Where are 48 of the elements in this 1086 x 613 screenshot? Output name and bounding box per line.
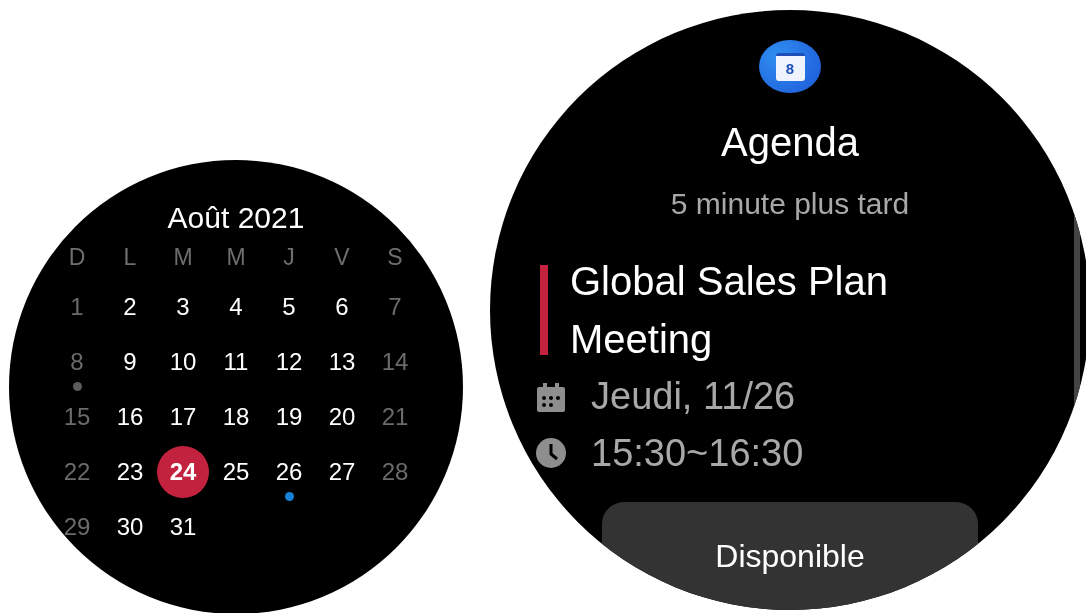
calendar-day[interactable]: 16 bbox=[104, 391, 156, 443]
event-detail: Jeudi, 11/26 bbox=[591, 375, 796, 419]
calendar-day[interactable]: 25 bbox=[210, 446, 262, 498]
weekday-label: S bbox=[386, 243, 404, 272]
calendar-day[interactable]: 23 bbox=[104, 446, 156, 498]
app-title: Agenda bbox=[721, 119, 859, 167]
time-until-event: 5 minute plus tard bbox=[670, 186, 910, 223]
calendar-day[interactable]: 4 bbox=[210, 281, 262, 333]
calendar-day[interactable]: 8 bbox=[51, 336, 103, 388]
calendar-day[interactable]: 13 bbox=[316, 336, 368, 388]
availability-button[interactable]: Disponible bbox=[602, 501, 978, 610]
calendar-day[interactable]: 26 bbox=[263, 446, 315, 498]
calendar-day[interactable]: 18 bbox=[210, 391, 262, 443]
calendar-day[interactable]: 1 bbox=[51, 281, 103, 333]
calendar-day[interactable]: 2 bbox=[104, 281, 156, 333]
calendar-day[interactable]: 5 bbox=[263, 281, 315, 333]
event-detail: 15:30~16:30 bbox=[591, 431, 804, 475]
calendar-day[interactable]: 12 bbox=[263, 336, 315, 388]
clock-icon bbox=[535, 437, 567, 470]
calendar-day[interactable]: 22 bbox=[51, 446, 103, 498]
event-title: Global Sales Plan Meeting bbox=[570, 258, 889, 364]
weekday-label: J bbox=[282, 243, 296, 272]
weekday-label: M bbox=[225, 243, 247, 272]
calendar-page-icon: 8 bbox=[775, 52, 805, 81]
calendar-day[interactable]: 3 bbox=[157, 281, 209, 333]
calendar-day[interactable]: 17 bbox=[157, 391, 209, 443]
calendar-day[interactable]: 14 bbox=[369, 336, 421, 388]
calendar-day[interactable]: 19 bbox=[263, 391, 315, 443]
calendar-day[interactable]: 10 bbox=[157, 336, 209, 388]
calendar-day[interactable]: 7 bbox=[369, 281, 421, 333]
calendar-day[interactable]: 29 bbox=[51, 501, 103, 553]
calendar-day[interactable]: 30 bbox=[104, 501, 156, 553]
calendar-day[interactable]: 27 bbox=[316, 446, 368, 498]
calendar-day[interactable]: 6 bbox=[316, 281, 368, 333]
calendar-icon bbox=[535, 380, 567, 413]
calendar-day[interactable]: 11 bbox=[210, 336, 262, 388]
weekday-label: L bbox=[122, 243, 138, 272]
calendar-day[interactable]: 20 bbox=[316, 391, 368, 443]
month-title: Août 2021 bbox=[167, 200, 305, 236]
calendar-day[interactable]: 15 bbox=[51, 391, 103, 443]
calendar-day[interactable]: 31 bbox=[157, 501, 209, 553]
calendar-day[interactable]: 24 bbox=[157, 446, 209, 498]
weekday-label: V bbox=[333, 243, 351, 272]
weekday-label: D bbox=[67, 243, 87, 272]
calendar-day[interactable]: 21 bbox=[369, 391, 421, 443]
calendar-day[interactable]: 28 bbox=[369, 446, 421, 498]
calendar-day[interactable]: 9 bbox=[104, 336, 156, 388]
weekday-label: M bbox=[172, 243, 194, 272]
